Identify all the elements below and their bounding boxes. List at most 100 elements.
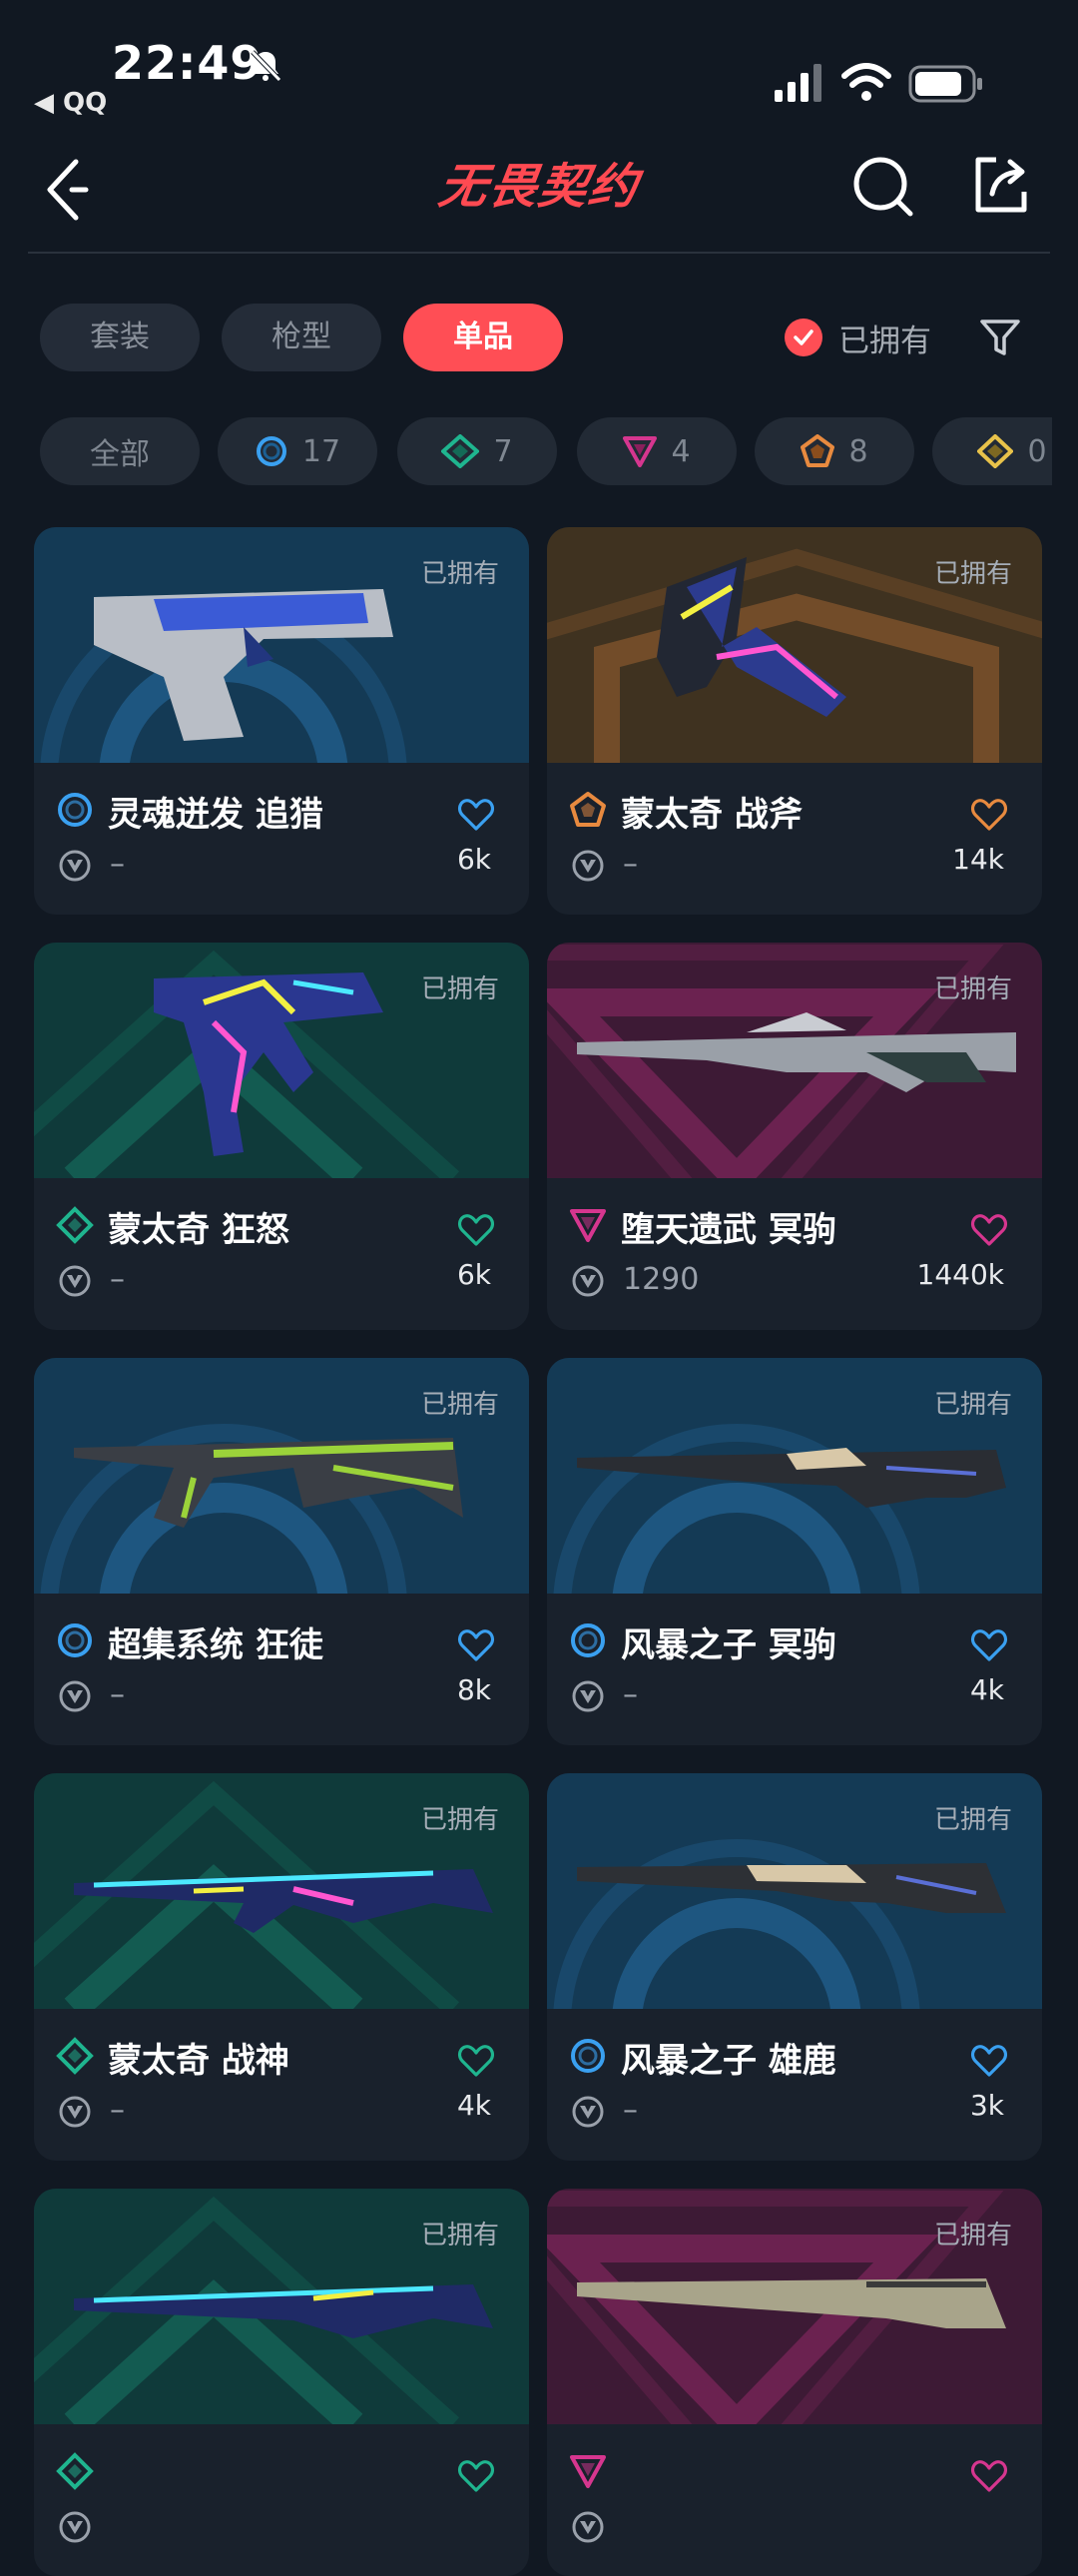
share-icon[interactable]: [970, 154, 1032, 216]
logo-text: 无畏契约: [435, 159, 643, 215]
card-artwork: 已拥有: [547, 1358, 1042, 1594]
valorant-points-icon: [572, 2511, 604, 2543]
skin-card[interactable]: 已拥有: [547, 2189, 1042, 2576]
heart-icon[interactable]: [457, 797, 495, 833]
skin-price: –: [110, 1677, 125, 1712]
valorant-points-icon: [572, 1265, 604, 1297]
mute-bell-icon: [251, 50, 281, 82]
skin-price: –: [110, 2093, 125, 2128]
skin-name: 风暴之子 冥驹: [621, 1625, 836, 1665]
skin-name: 风暴之子 雄鹿: [621, 2041, 836, 2081]
favorite-count: 6k: [456, 843, 491, 876]
heart-icon[interactable]: [970, 2043, 1008, 2079]
skin-name: 灵魂迸发 追猎: [108, 795, 323, 835]
favorite-count: 3k: [969, 2089, 1004, 2122]
select-tier-icon: [571, 1623, 605, 1657]
deluxe-tier-icon: [56, 2037, 94, 2075]
back-to-app-link[interactable]: ◀ QQ: [34, 88, 107, 118]
chip-count: 17: [301, 433, 341, 469]
valorant-points-icon: [572, 2096, 604, 2128]
favorite-count: 8k: [456, 1673, 491, 1706]
chip-deluxe-tier[interactable]: 7: [397, 417, 557, 485]
checkmark-icon: [785, 319, 822, 356]
wifi-icon: [841, 63, 891, 101]
select-tier-icon: [256, 436, 286, 466]
owned-filter-toggle[interactable]: 已拥有: [785, 316, 931, 359]
deluxe-tier-icon: [441, 434, 480, 468]
skin-card[interactable]: 已拥有 堕天遗武 冥驹 1290 1440k: [547, 943, 1042, 1330]
chip-count: 8: [848, 433, 868, 469]
skin-price: 1290: [623, 1262, 700, 1297]
ultra-tier-icon: [977, 434, 1014, 468]
owned-tag: 已拥有: [420, 559, 499, 589]
chip-premium-tier[interactable]: 4: [577, 417, 737, 485]
tab-gun-type[interactable]: 枪型: [222, 304, 381, 371]
owned-tag: 已拥有: [420, 1390, 499, 1420]
owned-tag: 已拥有: [420, 2221, 499, 2251]
skin-card[interactable]: 已拥有 灵魂迸发 追猎 – 6k: [34, 527, 529, 915]
skin-name: 超集系统 狂徒: [108, 1625, 323, 1665]
select-tier-icon: [571, 2039, 605, 2073]
battery-icon: [908, 65, 982, 103]
skin-name: 蒙太奇 战斧: [621, 795, 803, 835]
tab-set[interactable]: 套装: [40, 304, 200, 371]
search-icon[interactable]: [850, 154, 916, 220]
chip-all[interactable]: 全部: [40, 417, 200, 485]
skin-card[interactable]: 已拥有 风暴之子 冥驹 – 4k: [547, 1358, 1042, 1745]
deluxe-tier-icon: [56, 2452, 94, 2490]
owned-tag: 已拥有: [420, 974, 499, 1004]
skin-card[interactable]: 已拥有 蒙太奇 狂怒 – 6k: [34, 943, 529, 1330]
heart-icon[interactable]: [970, 2458, 1008, 2494]
chip-exclusive-tier[interactable]: 8: [755, 417, 914, 485]
card-artwork: 已拥有: [34, 1358, 529, 1594]
heart-icon[interactable]: [457, 1627, 495, 1663]
premium-tier-icon: [623, 436, 658, 467]
app-logo: 无畏契约: [419, 152, 659, 222]
deluxe-tier-icon: [56, 1206, 94, 1244]
card-artwork: 已拥有: [547, 2189, 1042, 2424]
favorite-count: 4k: [456, 2089, 491, 2122]
owned-tag: 已拥有: [933, 1805, 1012, 1835]
heart-icon[interactable]: [970, 1212, 1008, 1248]
owned-tag: 已拥有: [933, 2221, 1012, 2251]
heart-icon[interactable]: [970, 1627, 1008, 1663]
skin-card[interactable]: 已拥有 风暴之子 雄鹿 – 3k: [547, 1773, 1042, 2161]
heart-icon[interactable]: [457, 2458, 495, 2494]
skin-name: 蒙太奇 战神: [108, 2041, 289, 2081]
favorite-count: 1440k: [916, 1258, 1004, 1291]
card-artwork: 已拥有: [34, 943, 529, 1178]
owned-tag: 已拥有: [420, 1805, 499, 1835]
heart-icon[interactable]: [457, 2043, 495, 2079]
skin-card[interactable]: 已拥有 超集系统 狂徒 – 8k: [34, 1358, 529, 1745]
tab-single-item[interactable]: 单品: [403, 304, 563, 371]
back-arrow-icon[interactable]: [42, 154, 90, 226]
skin-card[interactable]: 已拥有 蒙太奇 战神 – 4k: [34, 1773, 529, 2161]
owned-tag: 已拥有: [933, 974, 1012, 1004]
skin-name: 堕天遗武 冥驹: [621, 1210, 836, 1250]
card-artwork: 已拥有: [547, 943, 1042, 1178]
favorite-count: 14k: [952, 843, 1004, 876]
chip-label: 全部: [90, 437, 150, 472]
heart-icon[interactable]: [970, 797, 1008, 833]
skin-price: –: [110, 847, 125, 882]
skin-name: 蒙太奇 狂怒: [108, 1210, 289, 1250]
card-artwork: 已拥有: [34, 2189, 529, 2424]
select-tier-icon: [58, 793, 92, 827]
header-divider: [28, 252, 1050, 254]
valorant-points-icon: [572, 1680, 604, 1712]
skin-price: –: [623, 1677, 638, 1712]
chip-select-tier[interactable]: 17: [218, 417, 377, 485]
heart-icon[interactable]: [457, 1212, 495, 1248]
card-artwork: 已拥有: [547, 527, 1042, 763]
skin-card[interactable]: 已拥有 蒙太奇 战斧 – 14k: [547, 527, 1042, 915]
filter-funnel-icon[interactable]: [978, 316, 1022, 359]
valorant-points-icon: [59, 1265, 91, 1297]
owned-tag: 已拥有: [933, 1390, 1012, 1420]
chip-count: 7: [493, 433, 513, 469]
chip-ultra-tier[interactable]: 0: [932, 417, 1052, 485]
card-artwork: 已拥有: [34, 527, 529, 763]
rarity-filter-row: 全部 17 7 4 8 0: [0, 399, 1052, 509]
skin-card[interactable]: 已拥有: [34, 2189, 529, 2576]
valorant-points-icon: [572, 850, 604, 882]
owned-filter-label: 已拥有: [838, 322, 931, 359]
